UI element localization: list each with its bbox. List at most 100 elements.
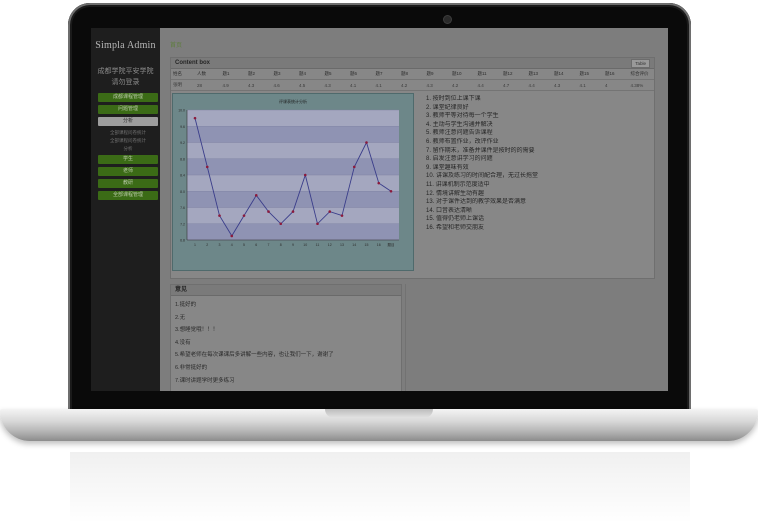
- table-header-cell: 题6: [348, 69, 374, 80]
- comment-item: 1.挺好的: [175, 302, 197, 308]
- main-content: 首页 Content box Table 姓名 人数 题1 题2 题3 题4 题5 题6 题7 题…: [160, 28, 668, 391]
- data-point: [218, 214, 221, 217]
- question-item: 16. 希望和老师交朋友: [426, 224, 485, 231]
- breadcrumb[interactable]: 首页: [170, 40, 182, 49]
- data-point: [352, 165, 356, 169]
- data-point: [365, 141, 368, 144]
- data-point: [328, 210, 332, 213]
- x-tick-label: 1: [194, 243, 196, 247]
- sidebar-subitem-stats-1[interactable]: 全部课程问卷统计: [98, 129, 158, 137]
- sidebar-item-teachers[interactable]: 老师: [98, 167, 158, 176]
- table-cell: 4.3: [322, 79, 348, 91]
- comments-box-header: 意见: [171, 285, 401, 296]
- table-header-cell: 题13: [526, 69, 552, 80]
- question-item: 14. 口音表达清晰: [426, 207, 473, 214]
- stats-table: 姓名 人数 题1 题2 题3 题4 题5 题6 题7 题8 题9 题10 题11 题12 题13 题14 题15…: [171, 69, 654, 91]
- x-tick-label: 8: [280, 243, 282, 247]
- table-header-cell: 题8: [399, 69, 425, 80]
- comments-box: 意见 1.挺好的 2.无 3.想睡觉哦！！！ 4.没有 5.希望老师在每次课课后多讲解一…: [170, 284, 402, 391]
- content-box: Content box Table 姓名 人数 题1 题2 题3 题4 题5 题6 题7 题8 题9…: [170, 57, 655, 279]
- x-tick-label: 14: [352, 243, 356, 247]
- question-item: 2. 课堂纪律良好: [426, 104, 469, 111]
- screen: Simpla Admin 成都学院平安学院 请勿登录 成都课程管理 问题管理 分…: [91, 28, 668, 391]
- table-header-cell: 题1: [220, 69, 246, 80]
- reflection: [70, 452, 690, 524]
- table-cell: 4.9: [220, 79, 246, 91]
- table-header-cell: 题3: [271, 69, 297, 80]
- data-point: [254, 194, 258, 197]
- x-tick-label: 题目: [388, 242, 395, 247]
- comment-item: 3.想睡觉哦！！！: [175, 327, 219, 334]
- data-point: [279, 222, 283, 226]
- data-point: [193, 116, 197, 120]
- table-cell: 4.1: [348, 79, 374, 91]
- y-tick-label: 7.2: [180, 222, 185, 226]
- table-cell: 4.4: [475, 79, 501, 91]
- sidebar-item-research[interactable]: 教研: [98, 179, 158, 188]
- laptop-base: [0, 409, 758, 441]
- question-item: 8. 启发注意讲学习的问题: [426, 156, 493, 163]
- table-header-cell: 题14: [552, 69, 578, 80]
- table-cell: 4.3: [246, 79, 272, 91]
- question-item: 6. 教师布置作业，改评作业: [426, 138, 499, 145]
- sidebar-subitem-stats-2[interactable]: 全部课程问卷统计: [98, 137, 158, 145]
- data-point: [205, 165, 209, 169]
- question-item: 13. 对于课件达到的教学效果是否满意: [426, 199, 527, 206]
- question-item: 15. 值得仍老师上课话: [426, 216, 485, 223]
- x-tick-label: 11: [316, 243, 320, 247]
- question-item: 5. 教师注意问题告诉课程: [426, 130, 493, 137]
- chart-svg: 6.87.27.68.08.48.89.29.610.01 2 3 4 5 6 7 8 9 10 1…: [178, 98, 399, 247]
- y-tick-label: 9.6: [180, 125, 185, 129]
- table-cell: 4.3: [552, 79, 578, 91]
- question-item: 9. 课堂趣味有效: [426, 164, 469, 171]
- sidebar-item-all-courses[interactable]: 全部课程管理: [98, 191, 158, 200]
- x-tick-label: 13: [340, 243, 344, 247]
- y-tick-label: 10.0: [178, 109, 185, 113]
- table-cell: 4.38%: [628, 79, 654, 91]
- sidebar-item-students[interactable]: 学生: [98, 155, 158, 164]
- question-item: 10. 讲课及练习的时间配合理，无过长拖堂: [426, 173, 539, 180]
- y-tick-label: 8.4: [180, 174, 185, 178]
- y-tick-label: 7.6: [180, 206, 185, 210]
- table-cell: 4.6: [271, 79, 297, 91]
- sidebar-item-analysis[interactable]: 分析: [98, 117, 158, 126]
- table-cell: 4.2: [450, 79, 476, 91]
- table-header-row: 姓名 人数 题1 题2 题3 题4 题5 题6 题7 题8 题9 题10 题11 题12 题13 题14 题15…: [171, 69, 654, 80]
- x-tick-label: 16: [377, 243, 381, 247]
- data-point: [316, 222, 319, 226]
- table-header-cell: 题15: [577, 69, 603, 80]
- x-tick-label: 15: [365, 243, 369, 247]
- data-point: [389, 189, 393, 193]
- login-link[interactable]: 请勿登录: [91, 77, 160, 87]
- data-point: [377, 181, 381, 185]
- table-cell: 4.5: [297, 79, 323, 91]
- school-name: 成都学院平安学院: [97, 68, 154, 75]
- table-cell: 4.1: [577, 79, 603, 91]
- table-tab[interactable]: Table: [631, 59, 650, 68]
- data-point: [340, 214, 344, 217]
- grid-band: [187, 126, 399, 143]
- y-tick-label: 8.8: [180, 157, 185, 161]
- comment-item: 2.无: [175, 314, 186, 321]
- content-box-title: Content box: [175, 60, 210, 66]
- line-chart: 6.8 7.2 7.6 8.0 8.4 8.8 9.2 9.6 10.0 1 2 3 4 5 6 7 8 9 10 1…: [172, 93, 414, 271]
- x-tick-label: 6: [255, 243, 257, 247]
- x-tick-label: 7: [268, 243, 270, 247]
- sidebar-item-question-management[interactable]: 问题管理: [98, 105, 158, 114]
- table-header-cell: 题4: [297, 69, 323, 80]
- comment-item: 7.课时讲题学时更多练习: [175, 377, 235, 384]
- comment-item: 5.希望老师在每次课课后多讲解一些内容，也让我们一下，谢谢了: [175, 352, 334, 359]
- comment-item: 6.非常挺好的: [175, 364, 208, 371]
- sidebar-subitem-analysis[interactable]: 分析: [98, 145, 158, 153]
- table-header-cell: 综合评价: [628, 69, 654, 80]
- sidebar-item-course-management[interactable]: 成都课程管理: [98, 93, 158, 102]
- x-tick-label: 4: [231, 243, 233, 247]
- data-point: [242, 214, 246, 217]
- x-tick-label: 12: [328, 243, 332, 247]
- table-header-cell: 题7: [373, 69, 399, 80]
- question-list: 1. 按时到位上课下课 2. 课堂纪律良好 3. 教师平等对待每一个学生 4. 主动与…: [426, 95, 646, 233]
- x-tick-label: 5: [243, 243, 245, 247]
- table-cell: 28: [195, 79, 221, 91]
- divider: [405, 284, 406, 391]
- brand-logo[interactable]: Simpla Admin: [91, 40, 160, 51]
